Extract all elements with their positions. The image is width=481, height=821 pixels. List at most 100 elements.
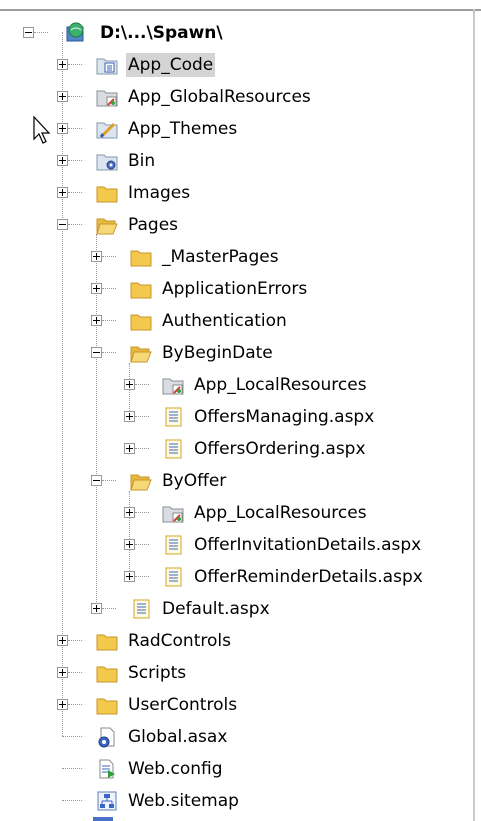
aspx-page-icon bbox=[165, 535, 182, 555]
expand-toggle[interactable] bbox=[57, 123, 68, 134]
tree-node-default-aspx[interactable]: Default.aspx bbox=[0, 594, 470, 626]
tree-node-label: D:\...\Spawn\ bbox=[100, 23, 223, 43]
expand-toggle[interactable] bbox=[124, 379, 135, 390]
tree-node-bybegindate[interactable]: ByBeginDate bbox=[0, 338, 470, 370]
folder-icon bbox=[96, 666, 118, 683]
tree-node-bin[interactable]: Bin bbox=[0, 146, 470, 178]
tree-node-label: UserControls bbox=[128, 695, 238, 715]
expand-toggle[interactable] bbox=[124, 507, 135, 518]
tree-node-label: App_LocalResources bbox=[194, 503, 367, 523]
tree-node-label: RadControls bbox=[128, 631, 231, 651]
tree-node-web-config[interactable]: Web.config bbox=[0, 754, 470, 786]
tree-node-offersordering[interactable]: OffersOrdering.aspx bbox=[0, 434, 470, 466]
tree-node-web-sitemap[interactable]: Web.sitemap bbox=[0, 786, 470, 818]
tree-node-app-code[interactable]: App_Code bbox=[0, 50, 470, 82]
tree-node-label: OfferInvitationDetails.aspx bbox=[194, 535, 422, 555]
tree-node-usercontrols[interactable]: UserControls bbox=[0, 690, 470, 722]
aspx-page-icon bbox=[165, 567, 182, 587]
folder-resources-icon bbox=[162, 506, 184, 523]
web-project-icon bbox=[66, 22, 84, 42]
tree-node-applicationerrors[interactable]: ApplicationErrors bbox=[0, 274, 470, 306]
tree-node-offerreminderdetails[interactable]: OfferReminderDetails.aspx bbox=[0, 562, 470, 594]
solution-explorer-tree: D:\...\Spawn\ App_Code App_GlobalResourc… bbox=[0, 0, 481, 821]
folder-icon bbox=[96, 186, 118, 203]
web-config-icon bbox=[99, 759, 115, 779]
expand-toggle[interactable] bbox=[91, 251, 102, 262]
tree-node-offersmanaging[interactable]: OffersManaging.aspx bbox=[0, 402, 470, 434]
folder-open-icon bbox=[96, 218, 118, 235]
tree-node-label: Bin bbox=[128, 151, 156, 171]
next-item-icon-partial bbox=[93, 817, 113, 821]
tree-node-label: App_Themes bbox=[128, 119, 238, 139]
tree-node-masterpages[interactable]: _MasterPages bbox=[0, 242, 470, 274]
collapse-toggle[interactable] bbox=[23, 27, 34, 38]
tree-node-label: Default.aspx bbox=[162, 599, 270, 619]
folder-bin-icon bbox=[96, 154, 118, 171]
sitemap-icon bbox=[97, 791, 117, 811]
expand-toggle[interactable] bbox=[91, 283, 102, 294]
tree-node-label: Pages bbox=[128, 215, 179, 235]
tree-node-app-localresources-1[interactable]: App_LocalResources bbox=[0, 370, 470, 402]
folder-icon bbox=[96, 698, 118, 715]
tree-node-label: Global.asax bbox=[128, 727, 228, 747]
tree-node-images[interactable]: Images bbox=[0, 178, 470, 210]
folder-open-icon bbox=[130, 474, 152, 491]
collapse-toggle[interactable] bbox=[91, 347, 102, 358]
expand-toggle[interactable] bbox=[124, 539, 135, 550]
tree-node-label: OffersOrdering.aspx bbox=[194, 439, 366, 459]
collapse-toggle[interactable] bbox=[91, 475, 102, 486]
tree-node-label: Scripts bbox=[128, 663, 187, 683]
expand-toggle[interactable] bbox=[91, 603, 102, 614]
tree-node-label: Web.config bbox=[128, 759, 223, 779]
aspx-page-icon bbox=[165, 439, 182, 459]
tree-node-pages[interactable]: Pages bbox=[0, 210, 470, 242]
expand-toggle[interactable] bbox=[57, 155, 68, 166]
tree-node-global-asax[interactable]: Global.asax bbox=[0, 722, 470, 754]
folder-icon bbox=[130, 282, 152, 299]
expand-toggle[interactable] bbox=[57, 91, 68, 102]
expand-toggle[interactable] bbox=[57, 635, 68, 646]
tree-node-radcontrols[interactable]: RadControls bbox=[0, 626, 470, 658]
tree-node-label: Images bbox=[128, 183, 191, 203]
global-asax-icon bbox=[98, 727, 115, 748]
folder-resources-icon bbox=[162, 378, 184, 395]
tree-node-label: OfferReminderDetails.aspx bbox=[194, 567, 423, 587]
expand-toggle[interactable] bbox=[57, 667, 68, 678]
folder-open-icon bbox=[130, 346, 152, 363]
expand-toggle[interactable] bbox=[57, 187, 68, 198]
tree-node-label: Authentication bbox=[162, 311, 287, 331]
aspx-page-icon bbox=[165, 407, 182, 427]
tree-node-label: _MasterPages bbox=[162, 247, 279, 267]
tree-node-root[interactable]: D:\...\Spawn\ bbox=[0, 18, 470, 50]
tree-node-scripts[interactable]: Scripts bbox=[0, 658, 470, 690]
mouse-pointer-icon bbox=[33, 116, 51, 144]
collapse-toggle[interactable] bbox=[57, 219, 68, 230]
tree-node-label: ApplicationErrors bbox=[162, 279, 308, 299]
folder-themes-icon bbox=[96, 122, 118, 139]
tree-node-label: App_LocalResources bbox=[194, 375, 367, 395]
tree-node-app-localresources-2[interactable]: App_LocalResources bbox=[0, 498, 470, 530]
tree-node-label: Web.sitemap bbox=[128, 791, 239, 811]
expand-toggle[interactable] bbox=[124, 443, 135, 454]
expand-toggle[interactable] bbox=[57, 699, 68, 710]
expand-toggle[interactable] bbox=[124, 411, 135, 422]
expand-toggle[interactable] bbox=[57, 59, 68, 70]
folder-resources-icon bbox=[96, 90, 118, 107]
tree-node-label: OffersManaging.aspx bbox=[194, 407, 375, 427]
aspx-page-icon bbox=[133, 599, 150, 619]
expand-toggle[interactable] bbox=[124, 571, 135, 582]
tree-node-label: ByOffer bbox=[162, 471, 227, 491]
tree-node-app-themes[interactable]: App_Themes bbox=[0, 114, 470, 146]
tree-node-label: App_GlobalResources bbox=[128, 87, 311, 107]
tree-node-label: ByBeginDate bbox=[162, 343, 273, 363]
tree-node-app-globalresources[interactable]: App_GlobalResources bbox=[0, 82, 470, 114]
tree-node-label: App_Code bbox=[126, 53, 216, 77]
folder-icon bbox=[130, 250, 152, 267]
expand-toggle[interactable] bbox=[91, 315, 102, 326]
tree-node-byoffer[interactable]: ByOffer bbox=[0, 466, 470, 498]
tree-node-offerinvitationdetails[interactable]: OfferInvitationDetails.aspx bbox=[0, 530, 470, 562]
folder-app-code-icon bbox=[96, 58, 118, 75]
folder-icon bbox=[96, 634, 118, 651]
tree-node-authentication[interactable]: Authentication bbox=[0, 306, 470, 338]
folder-icon bbox=[130, 314, 152, 331]
